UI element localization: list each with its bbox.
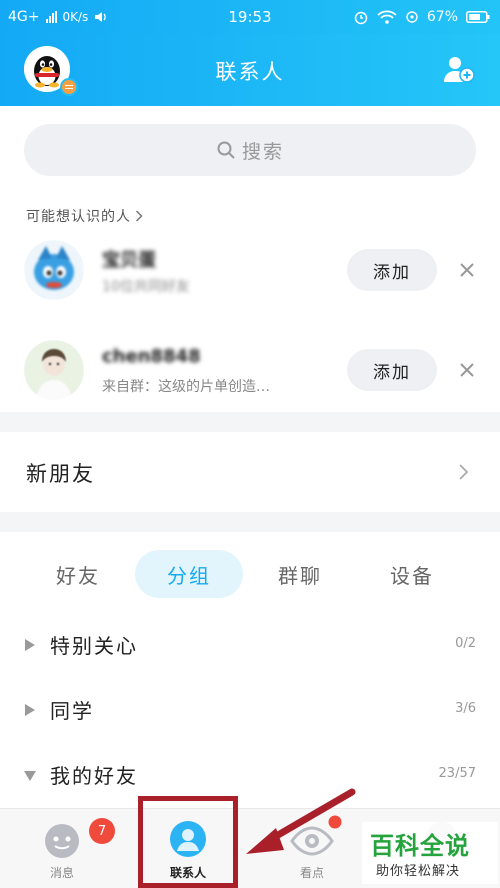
close-icon[interactable] <box>456 259 478 281</box>
unread-badge: 7 <box>89 818 115 844</box>
group-name: 特别关心 <box>50 634 138 658</box>
tab-friends[interactable]: 好友 <box>30 550 126 598</box>
status-bar: 4G+ 0K/s 19:53 67% <box>0 0 500 34</box>
triangle-right-icon <box>25 639 35 651</box>
group-name: 我的好友 <box>50 764 138 788</box>
tab-devices[interactable]: 设备 <box>364 550 460 598</box>
suggestion-desc: 10位共同好友 <box>102 279 190 295</box>
page-title: 联系人 <box>215 60 285 84</box>
group-count: 23/57 <box>438 766 476 781</box>
group-count: 3/6 <box>455 701 476 716</box>
alarm-icon <box>354 11 368 25</box>
add-contact-button[interactable] <box>442 54 476 84</box>
group-count: 0/2 <box>455 636 476 651</box>
chevron-right-icon <box>135 210 143 222</box>
header: 联系人 <box>0 34 500 106</box>
suggestions-header-link[interactable]: 可能想认识的人 <box>26 206 143 226</box>
tab-groups[interactable]: 分组 <box>135 550 243 598</box>
suggestion-name: 宝贝蛋 <box>102 250 156 271</box>
battery-level: 67% <box>426 9 458 25</box>
add-friend-button[interactable]: 添加 <box>347 349 437 391</box>
blue-cartoon-avatar-icon <box>24 240 84 300</box>
avatar <box>24 340 84 400</box>
add-person-icon <box>444 57 475 83</box>
watermark-subtitle: 助你轻松解决 <box>376 864 461 879</box>
tab-group-chats[interactable]: 群聊 <box>252 550 348 598</box>
suggestion-name: chen8848 <box>102 346 201 367</box>
suggestion-item[interactable]: 宝贝蛋 10位共同好友 添加 <box>0 232 500 308</box>
suggestion-item[interactable]: chen8848 来自群：这级的片单创造… 添加 <box>0 332 500 408</box>
person-photo-avatar-icon <box>24 340 84 400</box>
message-icon <box>45 824 79 858</box>
arrow-pointer-icon <box>246 788 356 854</box>
avatar <box>24 240 84 300</box>
add-friend-button[interactable]: 添加 <box>347 249 437 291</box>
battery-icon <box>466 11 490 23</box>
close-icon[interactable] <box>456 359 478 381</box>
search-icon <box>217 141 235 159</box>
search-input[interactable]: 搜索 <box>24 124 476 176</box>
new-friends-label: 新朋友 <box>26 462 95 486</box>
tab-label: 消息 <box>49 866 74 880</box>
tab-label: 看点 <box>299 866 324 880</box>
new-friends-row[interactable]: 新朋友 <box>0 432 500 512</box>
watermark-title: 百科全说 <box>370 832 470 860</box>
triangle-down-icon <box>24 771 36 781</box>
group-name: 同学 <box>50 699 94 723</box>
search-placeholder: 搜索 <box>241 140 284 163</box>
wifi-icon <box>377 10 397 24</box>
triangle-right-icon <box>25 704 35 716</box>
suggestions-title: 可能想认识的人 <box>26 209 131 225</box>
group-row[interactable]: 特别关心 0/2 <box>0 616 500 676</box>
watermark-logo: 百科全说 助你轻松解决 <box>362 822 498 884</box>
top-section: 搜索 可能想认识的人 宝贝蛋 10位共同好友 添加 chen8848 来自群：这… <box>0 106 500 412</box>
tab-messages[interactable]: 7 消息 <box>12 809 115 888</box>
status-right: 67% <box>353 9 490 25</box>
highlight-box <box>138 796 238 888</box>
contacts-panel: 好友 分组 群聊 设备 特别关心 0/2 同学 3/6 我的好友 23/57 <box>0 532 500 808</box>
group-row[interactable]: 同学 3/6 <box>0 681 500 741</box>
sync-icon <box>406 11 418 23</box>
suggestion-desc: 来自群：这级的片单创造… <box>102 379 270 395</box>
chevron-right-icon <box>459 464 469 480</box>
